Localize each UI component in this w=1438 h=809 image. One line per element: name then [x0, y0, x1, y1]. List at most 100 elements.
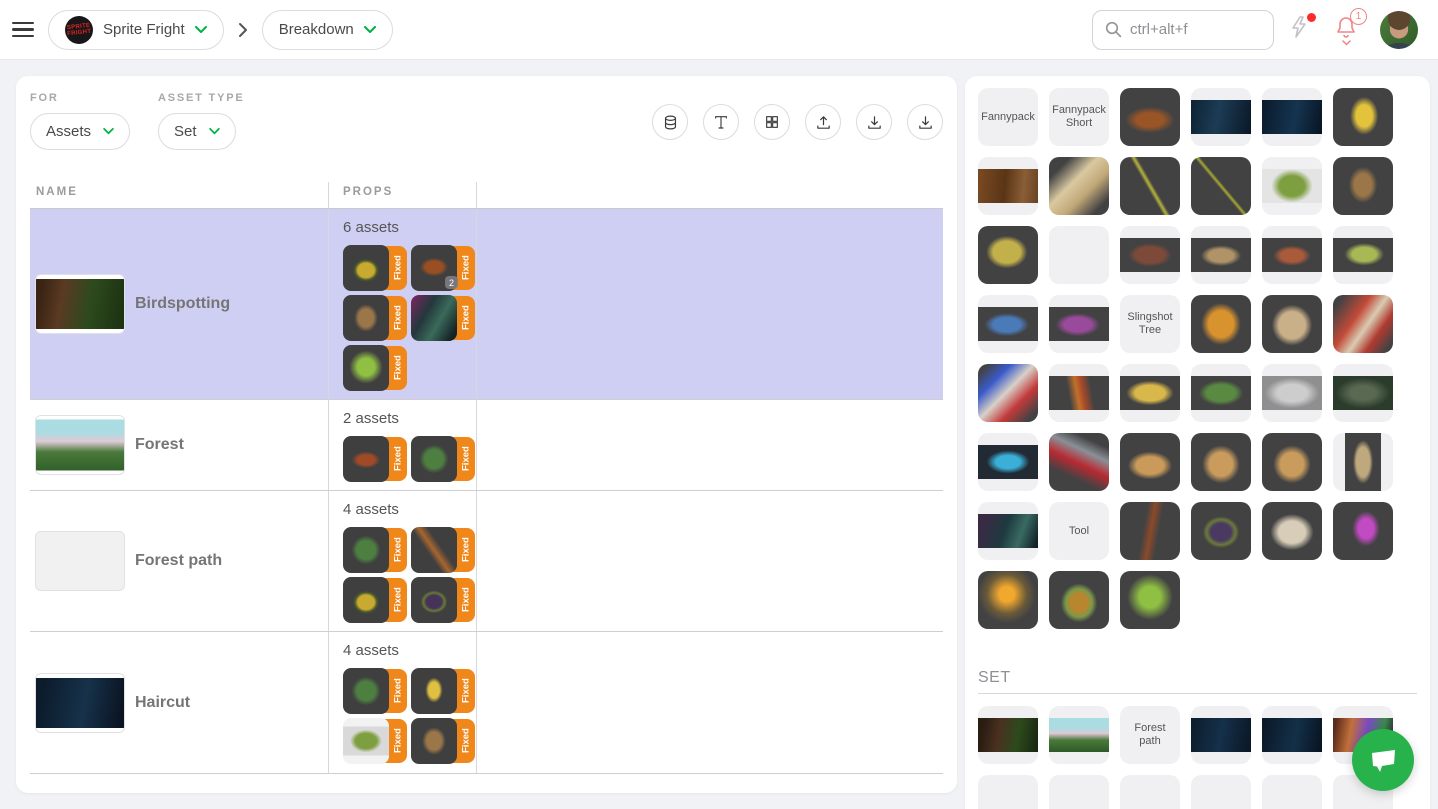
asset-tile[interactable]	[1049, 364, 1109, 422]
global-search[interactable]	[1092, 10, 1274, 50]
asset-tile[interactable]	[1120, 364, 1180, 422]
asset-tile[interactable]	[978, 433, 1038, 491]
asset-tile[interactable]: Fannypack	[978, 88, 1038, 146]
asset-tile[interactable]	[978, 775, 1038, 809]
asset-tile[interactable]	[978, 502, 1038, 560]
asset-tile[interactable]: Fannypack Short	[1049, 88, 1109, 146]
asset-tile[interactable]	[1333, 88, 1393, 146]
grid-icon	[764, 114, 780, 130]
import-button[interactable]	[907, 104, 943, 140]
asset-chip[interactable]: Fixed	[343, 245, 407, 291]
stack-button[interactable]	[652, 104, 688, 140]
asset-tile[interactable]	[1120, 775, 1180, 809]
asset-tile[interactable]	[978, 571, 1038, 629]
asset-chip[interactable]: Fixed	[343, 718, 407, 764]
asset-tile[interactable]	[1262, 433, 1322, 491]
asset-tile[interactable]	[1262, 706, 1322, 764]
asset-chip[interactable]: Fixed	[343, 577, 407, 623]
asset-tile[interactable]	[1262, 226, 1322, 284]
asset-tile[interactable]	[1262, 364, 1322, 422]
asset-tile[interactable]	[1191, 364, 1251, 422]
asset-tile[interactable]	[1120, 157, 1180, 215]
asset-type-dropdown[interactable]: Set	[158, 113, 236, 150]
asset-tile[interactable]	[1191, 775, 1251, 809]
asset-tile[interactable]	[1262, 775, 1322, 809]
asset-chip[interactable]: Fixed	[411, 668, 475, 714]
asset-tile[interactable]	[1333, 226, 1393, 284]
asset-chip[interactable]: Fixed	[411, 436, 475, 482]
asset-tile[interactable]: Tool	[1049, 502, 1109, 560]
asset-tile-image	[1120, 502, 1180, 560]
asset-tile[interactable]	[1049, 157, 1109, 215]
asset-tile[interactable]	[1120, 88, 1180, 146]
asset-tile[interactable]	[978, 364, 1038, 422]
chat-button[interactable]	[1352, 729, 1414, 791]
asset-tile[interactable]	[1191, 226, 1251, 284]
asset-chip[interactable]: Fixed	[411, 295, 475, 341]
asset-tile-image	[1333, 502, 1393, 560]
table-row[interactable]: Forest 2 assets Fixed	[30, 400, 943, 491]
asset-tile[interactable]	[978, 226, 1038, 284]
table-row[interactable]: Birdspotting 6 assets Fixed	[30, 209, 943, 400]
asset-tile[interactable]	[1191, 706, 1251, 764]
asset-tile[interactable]	[1262, 88, 1322, 146]
search-input[interactable]	[1130, 21, 1250, 38]
asset-tile[interactable]	[1049, 433, 1109, 491]
section-selector[interactable]: Breakdown	[262, 10, 393, 50]
asset-chip[interactable]: Fixed	[343, 345, 407, 391]
notifications-bell-icon[interactable]: 1	[1334, 15, 1358, 44]
asset-tile[interactable]	[978, 295, 1038, 353]
table-row[interactable]: Haircut 4 assets Fixed	[30, 632, 943, 774]
shot-name: Forest	[135, 436, 184, 454]
asset-chip[interactable]: Fixed	[343, 527, 407, 573]
asset-tile[interactable]	[1120, 571, 1180, 629]
asset-chip[interactable]: Fixed	[411, 577, 475, 623]
asset-tile[interactable]	[1049, 571, 1109, 629]
asset-tile[interactable]	[1262, 502, 1322, 560]
asset-tile-image	[978, 571, 1038, 629]
for-dropdown[interactable]: Assets	[30, 113, 130, 150]
asset-tile[interactable]	[978, 157, 1038, 215]
asset-tile[interactable]	[1333, 157, 1393, 215]
asset-tile[interactable]	[1191, 157, 1251, 215]
asset-chip-list: Fixed Fixed	[343, 527, 477, 623]
download-button[interactable]	[856, 104, 892, 140]
table-row[interactable]: Forest path 4 assets Fixed	[30, 491, 943, 632]
asset-tile[interactable]	[1333, 364, 1393, 422]
asset-chip[interactable]: Fixed 2	[411, 245, 475, 291]
grid-button[interactable]	[754, 104, 790, 140]
asset-chip[interactable]: Fixed	[343, 436, 407, 482]
asset-chip[interactable]: Fixed	[411, 527, 475, 573]
asset-tile[interactable]	[978, 706, 1038, 764]
asset-chip[interactable]: Fixed	[343, 668, 407, 714]
asset-chip[interactable]: Fixed	[411, 718, 475, 764]
asset-tile[interactable]	[1191, 433, 1251, 491]
user-avatar[interactable]	[1380, 11, 1418, 49]
asset-tile[interactable]	[1191, 295, 1251, 353]
asset-tile[interactable]	[1191, 88, 1251, 146]
asset-tile[interactable]: Slingshot Tree	[1120, 295, 1180, 353]
text-button[interactable]	[703, 104, 739, 140]
asset-chip[interactable]: Fixed	[343, 295, 407, 341]
asset-tile[interactable]	[1333, 502, 1393, 560]
asset-tile[interactable]	[1333, 433, 1393, 491]
project-selector[interactable]: SPRITE FRIGHT Sprite Fright	[48, 10, 224, 50]
asset-tile[interactable]	[1049, 775, 1109, 809]
menu-icon[interactable]	[12, 22, 34, 38]
flash-icon[interactable]	[1288, 15, 1312, 44]
asset-tile[interactable]	[1191, 502, 1251, 560]
upload-button[interactable]	[805, 104, 841, 140]
asset-tile[interactable]	[1049, 226, 1109, 284]
props-cell: 4 assets Fixed	[329, 632, 477, 773]
asset-tile[interactable]	[1120, 226, 1180, 284]
asset-tile-image	[978, 226, 1038, 284]
asset-tile[interactable]	[1262, 295, 1322, 353]
asset-tile[interactable]: Forest path	[1120, 706, 1180, 764]
asset-tile[interactable]	[1333, 295, 1393, 353]
asset-tile[interactable]	[1120, 502, 1180, 560]
asset-tile[interactable]	[1049, 295, 1109, 353]
asset-tile[interactable]	[1049, 706, 1109, 764]
asset-tile[interactable]	[1262, 157, 1322, 215]
asset-tile[interactable]	[1120, 433, 1180, 491]
search-icon	[1105, 21, 1122, 38]
